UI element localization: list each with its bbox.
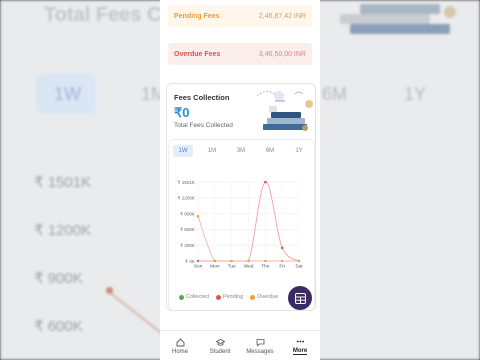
phone-screen: Pending Fees 2,46,87,42 INR Overdue Fees… [160,0,320,360]
y-tick-label: ₹ 900K [180,211,196,216]
x-tick-label: Thu [261,264,270,270]
y-tick-label: ₹ 600K [180,227,196,232]
overdue-fees-value: 3,46,50,00 INR [258,50,306,58]
nav-more[interactable]: More [280,331,320,360]
legend-label: Collected [186,294,209,300]
chart-legend: Collected Pending Overdue [179,294,278,300]
overdue-point [264,259,267,263]
pending-point [264,180,267,184]
books-illustration [256,91,313,131]
y-tick-label: ₹ 1501K [178,180,196,185]
calculator-icon [294,292,306,304]
y-tick-label: ₹ 1200K [178,196,196,201]
messages-icon [256,338,264,347]
bottom-nav: Home Student Messages More [160,330,320,360]
nav-home-label: Home [171,348,188,355]
backdrop-y-tick: ₹ 1200K [34,222,92,239]
backdrop-books-illustration [340,4,456,34]
nav-student-label: Student [209,348,231,355]
more-icon [296,340,304,343]
fab-button[interactable] [288,286,312,310]
legend-label: Overdue [257,294,279,300]
line-chart: ₹ 0K ₹ 300K ₹ 600K ₹ 900K ₹ 1200K ₹ 1501K Sun M… [178,180,304,270]
home-icon [176,337,184,346]
backdrop-chart-point [106,287,113,294]
legend-overdue: Overdue [250,294,278,300]
y-tick-label: ₹ 0K [185,259,196,264]
nav-home[interactable]: Home [160,331,200,360]
legend-swatch [215,294,221,300]
x-tick-label: Sat [295,264,303,270]
overdue-point [247,259,250,263]
overdue-point [297,259,301,263]
x-tick-label: Sun [194,264,203,270]
card-title: Fees Collection [174,93,230,102]
x-tick-label: Fri [279,264,285,270]
nav-more-label: More [292,348,308,355]
backdrop-range-1y: 1Y [404,84,427,104]
overdue-point [230,259,233,263]
backdrop-y-tick: ₹ 900K [34,270,83,287]
chart-container: 1W 1M 3M 6M 1Y ₹ 0K ₹ 300K ₹ 600K ₹ 900K ₹ 1200K… [168,139,315,310]
pending-fees-row[interactable]: Pending Fees 2,46,87,42 INR [168,5,312,27]
overdue-point [281,259,284,263]
backdrop-range-6m: 6M [322,84,348,104]
x-tick-label: Wed [244,264,254,270]
overdue-point [196,214,200,218]
x-tick-label: Tue [228,264,236,270]
pending-fees-value: 2,46,87,42 INR [258,12,306,20]
pending-fees-label: Pending Fees [174,12,220,20]
overdue-fees-row[interactable]: Overdue Fees 3,46,50,00 INR [168,43,312,65]
card-amount: ₹0 [174,105,190,120]
legend-label: Pending [222,294,244,300]
card-subtitle: Total Fees Collected [174,122,233,129]
backdrop-y-tick: ₹ 600K [34,318,83,335]
backdrop-y-tick: ₹ 1501K [34,174,92,191]
legend-collected: Collected [179,294,209,300]
pending-point [280,246,284,250]
backdrop-range-1w: 1W [54,84,81,104]
nav-messages[interactable]: Messages [240,331,280,360]
y-tick-label: ₹ 300K [180,243,196,248]
x-tick-label: Mon [210,264,220,270]
student-icon [215,338,225,346]
legend-swatch [179,294,184,300]
nav-student[interactable]: Student [200,331,240,360]
legend-swatch [250,294,256,300]
backdrop-right [320,0,480,360]
overdue-point [213,259,216,263]
legend-pending: Pending [215,294,244,300]
fees-collection-card: Fees Collection ₹0 Total Fees Collected … [166,83,316,311]
backdrop-title: Total Fees Co [44,4,174,26]
nav-messages-label: Messages [246,348,274,355]
overdue-fees-label: Overdue Fees [174,50,221,58]
pending-point [196,259,200,263]
